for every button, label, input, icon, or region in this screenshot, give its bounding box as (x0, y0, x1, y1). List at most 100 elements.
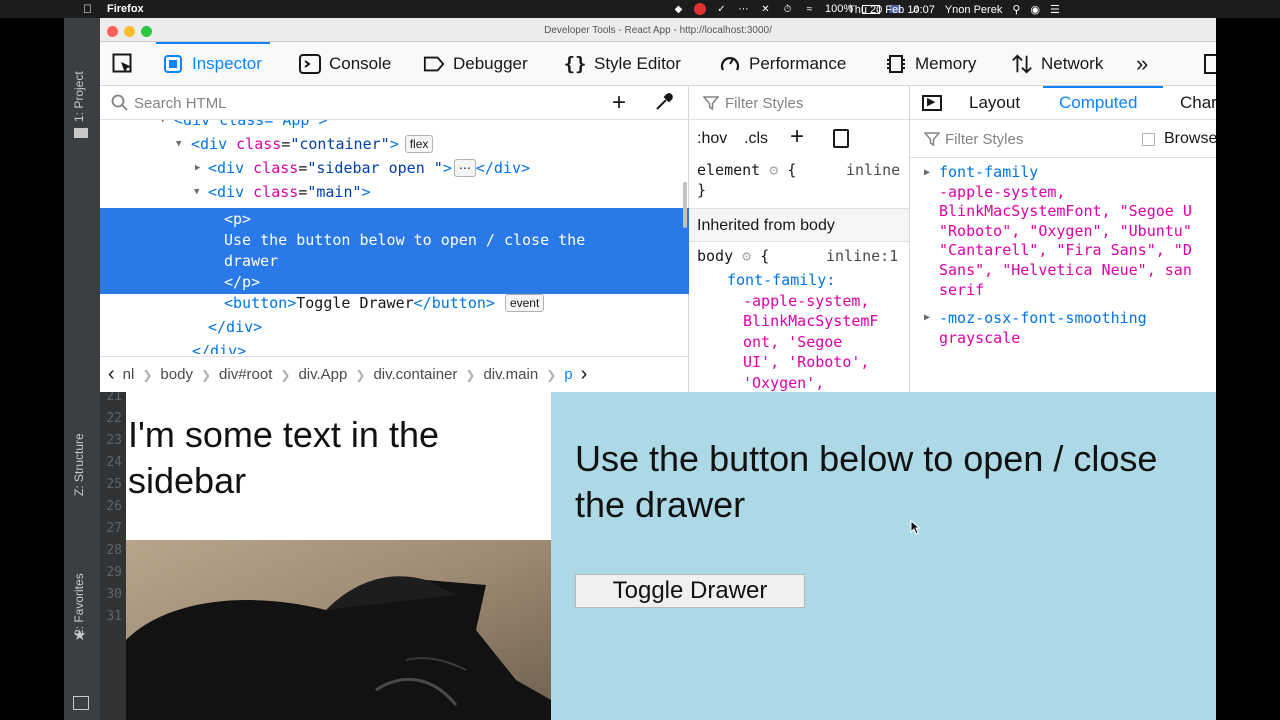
ide-tab-structure[interactable]: Z: Structure (72, 433, 86, 496)
tab-style-editor[interactable]: {} Style Editor (564, 42, 681, 86)
expand-arrow-icon[interactable]: ▶ (924, 308, 930, 328)
attr-value[interactable]: sidebar open (316, 159, 433, 177)
add-rule-icon[interactable]: + (790, 123, 804, 151)
breadcrumb-item-body[interactable]: body (152, 366, 201, 383)
menu-datetime[interactable]: Thu 20 Feb 10:07 (848, 4, 935, 16)
rule-source-link[interactable]: inline (846, 160, 900, 180)
tab-memory[interactable]: Memory (885, 42, 976, 86)
print-media-icon[interactable] (833, 129, 849, 148)
hover-state-toggle[interactable]: :hov (697, 130, 727, 148)
check-icon[interactable]: ✓ (715, 4, 728, 15)
tab-inspector[interactable]: Inspector (156, 42, 270, 86)
tab-performance[interactable]: Performance (719, 42, 846, 86)
event-badge[interactable]: event (504, 294, 545, 312)
flex-badge[interactable]: flex (404, 135, 434, 153)
line-number: 29 (106, 565, 122, 580)
selected-node-p[interactable]: <p> Use the button below to open / close… (100, 208, 689, 294)
body-rule[interactable]: body ⚙ { inline:1 (697, 246, 898, 267)
tree-node-close[interactable]: </div> (100, 315, 689, 339)
rule-selector: element (697, 161, 761, 179)
ide-tab-project[interactable]: 1: Project (72, 71, 86, 122)
dock-icon[interactable] (1204, 54, 1216, 74)
dropbox-icon[interactable]: ◆ (672, 4, 685, 15)
rules-filter-input[interactable]: Filter Styles (725, 95, 803, 112)
ellipsis-icon[interactable]: ⋯ (737, 4, 750, 15)
breadcrumb-item-container[interactable]: div.container (365, 366, 465, 383)
gear-icon[interactable]: ⚙ (769, 161, 778, 179)
computed-prop-font-family[interactable]: ▶ font-family -apple-system, BlinkMacSys… (924, 163, 1192, 300)
menu-user[interactable]: Ynon Perek (945, 4, 1002, 16)
bluetooth-icon[interactable]: ✕ (759, 4, 772, 15)
performance-icon (719, 53, 741, 75)
tag-close: </p> (224, 273, 261, 291)
class-toggle[interactable]: .cls (744, 130, 768, 148)
notification-icon[interactable] (694, 3, 706, 15)
main-text: Use the button below to open / close the… (575, 436, 1216, 528)
tab-console[interactable]: Console (299, 42, 391, 86)
tag-open: <p> (224, 210, 252, 228)
search-input[interactable]: Search HTML (134, 95, 227, 112)
breadcrumb-scroll-left-icon[interactable]: ‹ (100, 363, 123, 386)
line-number: 23 (106, 433, 122, 448)
attr-value[interactable]: container (299, 135, 380, 153)
line-number: 30 (106, 587, 122, 602)
tag-close: </div> (208, 318, 263, 336)
main-text-line: Use the button below to open / close (575, 438, 1158, 479)
breadcrumb-item-app[interactable]: div.App (290, 366, 355, 383)
line-number: 25 (106, 477, 122, 492)
tree-node-container[interactable]: ▼ <div class="container"> flex (100, 132, 689, 156)
element-picker-icon[interactable] (112, 53, 134, 75)
node-text: drawer (224, 252, 279, 270)
expand-arrow-icon[interactable]: ▶ (924, 163, 930, 183)
rule-source-link[interactable]: inline:1 (826, 246, 898, 267)
markup-panel: Search HTML + ▼ <div class= App > ▼ <div… (100, 86, 689, 392)
tab-changes[interactable]: Char (1180, 93, 1216, 113)
cat-image (126, 540, 551, 720)
tree-node-main[interactable]: ▼ <div class="main"> (100, 180, 689, 204)
menu-app-name[interactable]: Firefox (107, 3, 144, 15)
collapsed-children-badge[interactable]: ⋯ (453, 159, 476, 177)
property-value: -apple-system, (939, 182, 1066, 201)
browser-styles-label: Browse (1164, 130, 1216, 147)
markup-search-bar: Search HTML + (100, 86, 689, 120)
browser-styles-checkbox[interactable] (1142, 133, 1155, 146)
control-center-icon[interactable]: ☰ (1050, 3, 1060, 16)
breadcrumb-item-p[interactable]: p (556, 366, 580, 383)
tab-computed[interactable]: Computed (1059, 93, 1137, 113)
folder-icon (74, 128, 88, 138)
breadcrumb-item-html[interactable]: nl (123, 366, 143, 383)
breadcrumb-scroll-right-icon[interactable]: › (581, 363, 588, 386)
toggle-drawer-button[interactable]: Toggle Drawer (575, 574, 805, 608)
tree-node-button[interactable]: <button>Toggle Drawer</button> event (100, 291, 689, 315)
search-icon (111, 94, 129, 117)
gear-icon[interactable]: ⚙ (742, 247, 751, 265)
more-tools-icon[interactable]: » (1136, 51, 1148, 77)
breadcrumb-item-root[interactable]: div#root (211, 366, 280, 383)
eyedropper-icon[interactable] (654, 92, 674, 117)
ide-line-gutter: 21 22 23 24 25 26 27 28 29 30 31 (100, 389, 126, 720)
attr-value[interactable]: main (316, 183, 352, 201)
breadcrumb-item-main[interactable]: div.main (475, 366, 546, 383)
computed-prop-font-smoothing[interactable]: ▶ -moz-osx-font-smoothing grayscale (924, 308, 1147, 348)
tab-debugger[interactable]: Debugger (423, 42, 528, 86)
tree-node-sidebar[interactable]: ▶ <div class="sidebar open "> ⋯ </div> (100, 156, 689, 180)
declaration-font-family[interactable]: font-family: -apple-system, BlinkMacSyst… (727, 270, 878, 392)
element-rule[interactable]: element ⚙ { inline } (697, 160, 900, 200)
tree-node-app[interactable]: ▼ <div class= App > (100, 120, 689, 132)
tab-layout[interactable]: Layout (969, 93, 1020, 113)
computed-filter-input[interactable]: Filter Styles (945, 131, 1023, 148)
wifi-icon[interactable]: ≈ (803, 4, 816, 15)
tab-label: Style Editor (594, 54, 681, 73)
attr-name: class (253, 159, 299, 177)
add-node-icon[interactable]: + (612, 89, 626, 117)
tag-close: </button> (413, 294, 495, 312)
spotlight-icon[interactable]: ⚲ (1012, 3, 1020, 16)
tree-node-close-partial[interactable]: </div> (100, 339, 689, 354)
apple-icon[interactable]:  (83, 2, 92, 16)
window-icon[interactable] (73, 696, 89, 710)
tab-network[interactable]: Network (1011, 42, 1103, 86)
siri-icon[interactable]: ◉ (1030, 3, 1040, 16)
time-machine-icon[interactable]: ⏱ (781, 4, 794, 15)
markup-scrollbar[interactable] (683, 182, 687, 228)
property-value: grayscale (939, 329, 1021, 347)
